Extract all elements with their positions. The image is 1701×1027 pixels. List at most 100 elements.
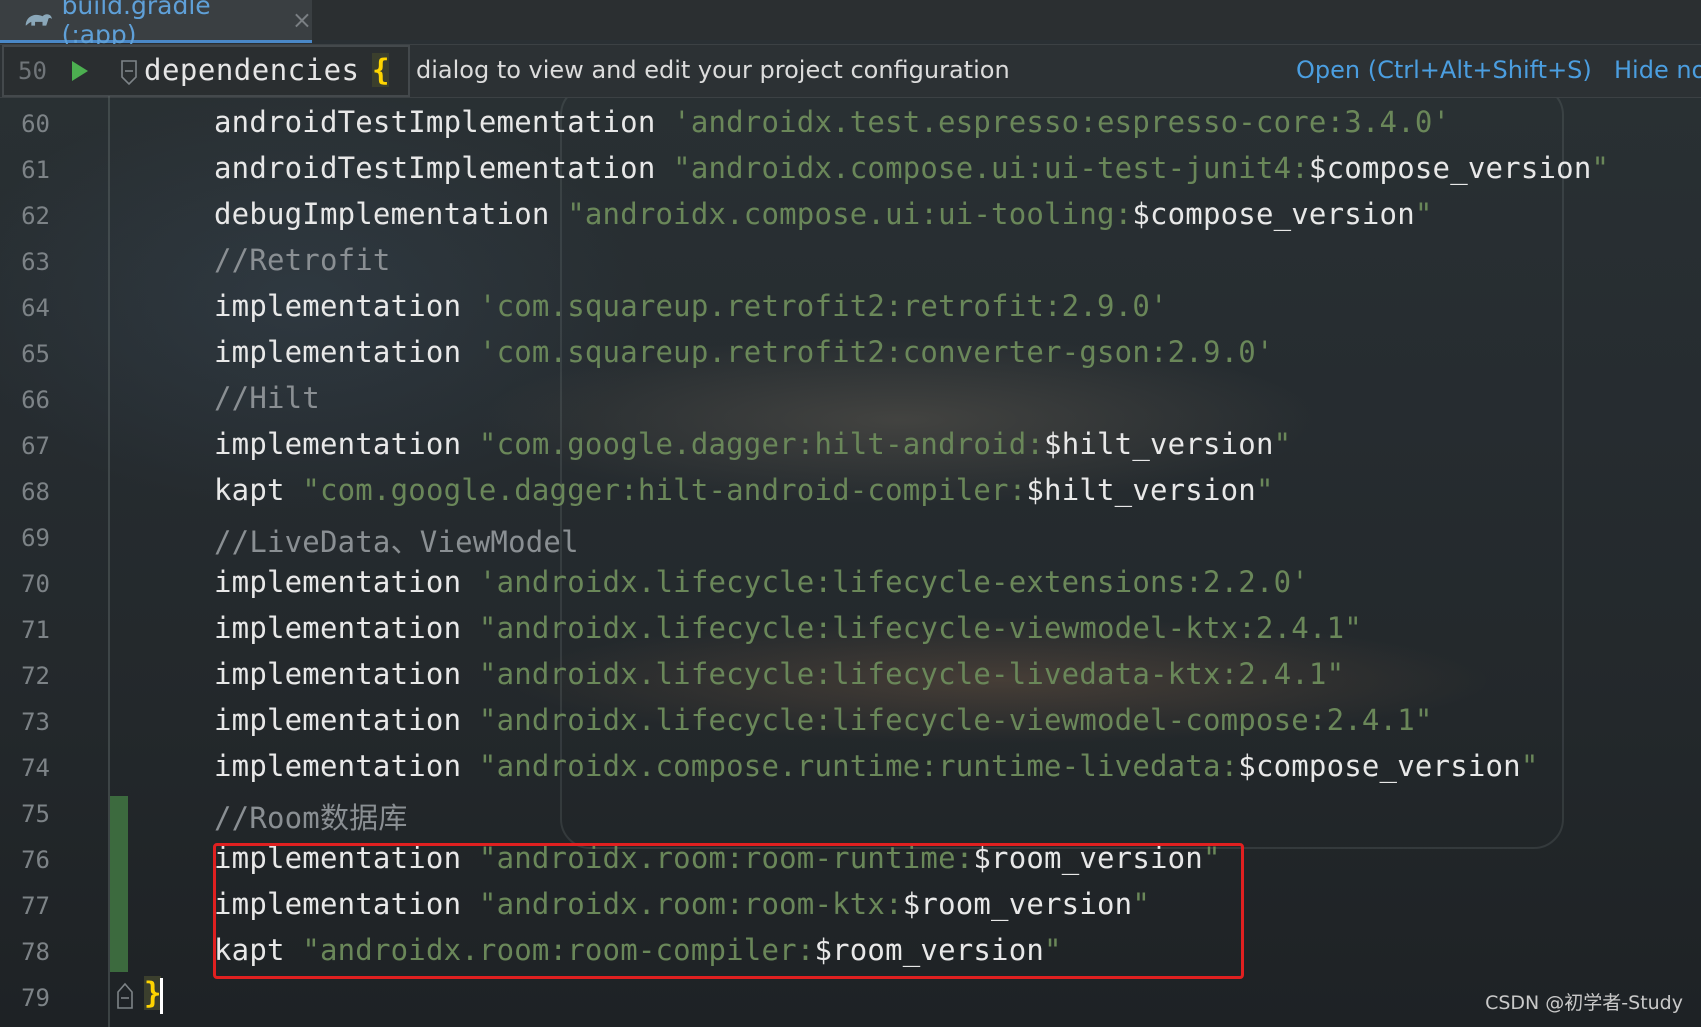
code-quote: " [478,749,497,783]
breadcrumb-line-number: 50 [18,57,47,85]
code-quote: " [478,657,497,691]
code-line[interactable]: 67 implementation "com.google.dagger:hilt… [0,422,1701,468]
code-comment: //Room数据库 [214,801,408,835]
code-quote: " [478,703,497,737]
code-quote: " [1344,611,1362,645]
code-variable: $compose_version [1308,151,1592,185]
fold-end-icon[interactable] [116,980,134,1010]
code-text: implementation "com.google.dagger:hilt-a… [214,427,1291,461]
breadcrumb[interactable]: 50 dependencies { [2,45,410,97]
code-line[interactable]: 75 //Room数据库 [0,790,1701,836]
line-number: 70 [21,570,50,598]
code-line[interactable]: 68 kapt "com.google.dagger:hilt-android-c… [0,468,1701,514]
code-line[interactable]: 71 implementation "androidx.lifecycle:lif… [0,606,1701,652]
code-quote: " [1414,703,1433,737]
code-line[interactable]: 66 //Hilt [0,376,1701,422]
code-string: com.squareup.retrofit2:retrofit:2.9.0 [496,289,1150,323]
hide-notification-link[interactable]: Hide no [1614,56,1701,84]
code-line[interactable]: 63 //Retrofit [0,238,1701,284]
line-number: 64 [21,294,50,322]
code-text: implementation "androidx.lifecycle:lifec… [214,657,1344,691]
line-number: 71 [21,616,50,644]
code-keyword: implementation [214,749,479,783]
code-text: implementation 'com.squareup.retrofit2:r… [214,289,1168,323]
code-quote: " [1273,427,1292,461]
gradle-icon [25,14,52,26]
code-quote: " [1326,657,1345,691]
code-line[interactable]: 65 implementation 'com.squareup.retrofit2… [0,330,1701,376]
code-line[interactable]: 62 debugImplementation "androidx.compose.… [0,192,1701,238]
notification-bar: 50 dependencies { dialog to view and edi… [0,44,1701,98]
code-quote: " [478,611,497,645]
editor-tab-bar: build.gradle (:app) × [0,0,1701,49]
code-line[interactable]: 64 implementation 'com.squareup.retrofit2… [0,284,1701,330]
code-text: implementation "androidx.compose.runtime… [214,749,1539,783]
watermark: CSDN @初学者-Study [1485,992,1683,1014]
code-line[interactable]: 79} [0,974,1701,1020]
breadcrumb-label: dependencies [144,53,360,87]
line-number: 65 [21,340,50,368]
line-number: 73 [21,708,50,736]
code-keyword: implementation [214,427,479,461]
line-number: 61 [21,156,50,184]
code-string: androidx.lifecycle:lifecycle-livedata-kt… [496,657,1327,691]
code-comment: //Hilt [214,381,320,415]
open-project-structure-link[interactable]: Open (Ctrl+Alt+Shift+S) [1296,56,1592,84]
code-quote: ' [1149,289,1168,323]
code-text: //LiveData、ViewModel [214,519,579,561]
code-line[interactable]: 61 androidTestImplementation "androidx.co… [0,146,1701,192]
code-line[interactable]: 60 androidTestImplementation 'androidx.te… [0,100,1701,146]
code-quote: " [1414,197,1433,231]
line-number: 76 [21,846,50,874]
line-number: 74 [21,754,50,782]
code-line[interactable]: 70 implementation 'androidx.lifecycle:lif… [0,560,1701,606]
code-quote: " [478,427,497,461]
line-number: 62 [21,202,50,230]
code-line[interactable]: 72 implementation "androidx.lifecycle:lif… [0,652,1701,698]
code-quote: " [1520,749,1539,783]
code-keyword: implementation [214,703,479,737]
code-quote: " [302,473,320,507]
code-text: androidTestImplementation "androidx.comp… [214,151,1609,185]
run-icon[interactable] [70,59,90,83]
code-quote: ' [1291,565,1309,599]
code-variable: $compose_version [1132,197,1415,231]
code-text: implementation "androidx.lifecycle:lifec… [214,703,1433,737]
code-string: androidx.compose.runtime:runtime-livedat… [496,749,1239,783]
code-line[interactable]: 73 implementation "androidx.lifecycle:lif… [0,698,1701,744]
code-text: implementation 'com.squareup.retrofit2:c… [214,335,1274,369]
code-quote: ' [1432,105,1451,139]
line-number: 67 [21,432,50,460]
code-variable: $hilt_version [1026,473,1256,507]
code-quote: " [673,151,691,185]
code-comment: //Retrofit [214,243,391,277]
code-line[interactable]: 74 implementation "androidx.compose.runti… [0,744,1701,790]
code-keyword: implementation [214,289,479,323]
code-keyword: androidTestImplementation [214,151,674,185]
line-number: 69 [21,524,50,552]
fold-icon[interactable] [120,59,138,87]
tab-build-gradle[interactable]: build.gradle (:app) × [0,0,312,49]
line-number: 78 [21,938,50,966]
tab-close-icon[interactable]: × [292,6,312,34]
code-keyword: androidTestImplementation [214,105,674,139]
code-string: androidx.test.espresso:espresso-core:3.4… [690,105,1433,139]
code-quote: ' [1255,335,1274,369]
code-quote: ' [478,335,497,369]
breadcrumb-brace: { [372,53,390,87]
code-string: androidx.lifecycle:lifecycle-viewmodel-k… [496,611,1345,645]
text-caret [160,978,163,1014]
code-quote: ' [478,289,497,323]
code-text: //Room数据库 [214,795,408,837]
code-quote: " [1255,473,1274,507]
code-string: com.google.dagger:hilt-android: [496,427,1045,461]
code-text: debugImplementation "androidx.compose.ui… [214,197,1433,231]
line-number: 77 [21,892,50,920]
code-text: implementation "androidx.lifecycle:lifec… [214,611,1362,645]
closing-brace: } [144,976,162,1010]
code-keyword: kapt [214,473,303,507]
annotation-highlight-box [213,843,1244,979]
code-keyword: implementation [214,565,479,599]
code-string: androidx.compose.ui:ui-tooling: [584,197,1133,231]
code-line[interactable]: 69 //LiveData、ViewModel [0,514,1701,560]
